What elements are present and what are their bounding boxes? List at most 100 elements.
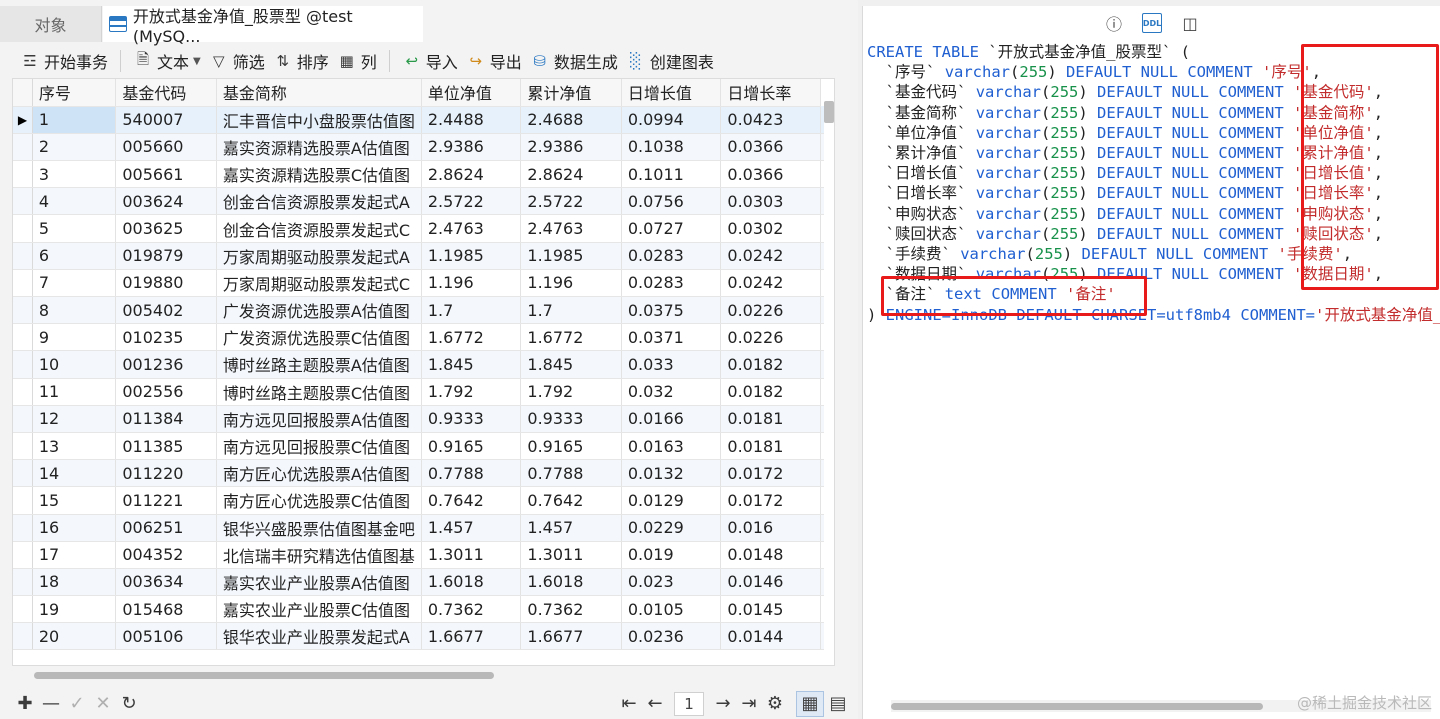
vertical-scrollbar-track[interactable] (824, 79, 834, 665)
table-cell[interactable]: 19 (32, 595, 117, 624)
table-cell[interactable]: 0.0423 (720, 106, 821, 134)
table-cell[interactable]: 011221 (115, 486, 217, 515)
table-cell[interactable]: 15 (32, 486, 117, 515)
row-marker[interactable] (13, 214, 33, 243)
table-cell[interactable]: 0.0229 (621, 514, 722, 542)
table-cell[interactable]: 6 (32, 242, 117, 270)
table-cell[interactable]: 005106 (115, 622, 217, 651)
table-cell[interactable]: 0.0283 (621, 269, 722, 298)
table-cell[interactable]: 北信瑞丰研究精选估值图基 (216, 541, 422, 569)
table-cell[interactable]: 5 (32, 214, 117, 243)
table-cell[interactable]: 0.0182 (720, 350, 821, 379)
table-cell[interactable]: 011220 (115, 459, 217, 488)
table-cell[interactable]: 0.0242 (720, 242, 821, 270)
table-cell[interactable]: 005661 (115, 160, 217, 189)
table-cell[interactable]: 1.6677 (520, 622, 622, 651)
table-cell[interactable]: 17 (32, 541, 117, 569)
table-cell[interactable]: 0.0172 (720, 459, 821, 488)
generate-data-button[interactable]: ⛁ 数据生成 (526, 46, 622, 76)
table-cell[interactable]: 019880 (115, 269, 217, 298)
table-cell[interactable]: 1.6772 (520, 323, 622, 352)
row-marker[interactable] (13, 541, 33, 569)
table-cell[interactable]: 1.1985 (421, 242, 522, 270)
table-cell[interactable]: 14 (32, 459, 117, 488)
table-cell[interactable]: 13 (32, 432, 117, 461)
table-cell[interactable]: 2 (32, 133, 117, 162)
data-grid[interactable]: 序号 基金代码 基金简称 单位净值 累计净值 日增长值 日增长率 ▶ 1 54000… (12, 78, 835, 666)
table-cell[interactable]: 1.457 (520, 514, 622, 542)
next-page-button[interactable]: → (710, 691, 736, 717)
table-cell[interactable]: 0.0181 (720, 405, 821, 433)
row-marker[interactable] (13, 323, 33, 352)
settings-button[interactable]: ⚙ (762, 691, 788, 717)
table-row[interactable]: 14 011220 南方匠心优选股票A估值图 0.7788 0.7788 0.0132 0.… (13, 459, 834, 488)
table-cell[interactable]: 0.0226 (720, 296, 821, 325)
horizontal-scrollbar-track[interactable] (12, 668, 835, 682)
table-cell[interactable]: 003625 (115, 214, 217, 243)
column-header[interactable]: 累计净值 (520, 79, 622, 107)
table-cell[interactable]: 0.0132 (621, 459, 722, 488)
table-row[interactable]: 18 003634 嘉实农业产业股票A估值图 1.6018 1.6018 0.023 0.0… (13, 568, 834, 597)
table-cell[interactable]: 1.457 (421, 514, 522, 542)
table-cell[interactable]: 嘉实农业产业股票A估值图 (216, 568, 422, 597)
table-cell[interactable]: 0.7362 (520, 595, 622, 624)
table-cell[interactable]: 0.0236 (621, 622, 722, 651)
table-cell[interactable]: 南方远见回报股票A估值图 (216, 405, 422, 433)
table-cell[interactable]: 万家周期驱动股票发起式C (216, 269, 422, 298)
table-cell[interactable]: 0.9333 (421, 405, 522, 433)
table-cell[interactable]: 005402 (115, 296, 217, 325)
table-cell[interactable]: 011384 (115, 405, 217, 433)
begin-transaction-button[interactable]: ☲ 开始事务 (16, 46, 112, 76)
table-cell[interactable]: 0.0145 (720, 595, 821, 624)
table-cell[interactable]: 4 (32, 187, 117, 216)
table-row[interactable]: 15 011221 南方匠心优选股票C估值图 0.7642 0.7642 0.0129 0.… (13, 486, 834, 515)
column-header[interactable]: 日增长率 (720, 79, 821, 107)
table-cell[interactable]: 011385 (115, 432, 217, 461)
table-cell[interactable]: 嘉实农业产业股票C估值图 (216, 595, 422, 624)
table-cell[interactable]: 0.0182 (720, 378, 821, 406)
table-cell[interactable]: 2.5722 (520, 187, 622, 216)
table-cell[interactable]: 002556 (115, 378, 217, 406)
table-cell[interactable]: 0.0242 (720, 269, 821, 298)
table-cell[interactable]: 0.0105 (621, 595, 722, 624)
table-cell[interactable]: 0.9165 (520, 432, 622, 461)
table-cell[interactable]: 019879 (115, 242, 217, 270)
table-cell[interactable]: 0.0129 (621, 486, 722, 515)
table-row[interactable]: 7 019880 万家周期驱动股票发起式C 1.196 1.196 0.0283 0.024… (13, 269, 834, 298)
table-cell[interactable]: 1.3011 (520, 541, 622, 569)
table-cell[interactable]: 万家周期驱动股票发起式A (216, 242, 422, 270)
table-cell[interactable]: 博时丝路主题股票A估值图 (216, 350, 422, 379)
table-cell[interactable]: 2.8624 (421, 160, 522, 189)
text-button[interactable]: 🗎 文本 ▼ (129, 46, 205, 76)
column-header[interactable]: 基金代码 (115, 79, 217, 107)
row-marker[interactable] (13, 405, 33, 433)
column-header[interactable]: 日增长值 (621, 79, 722, 107)
horizontal-scrollbar-thumb[interactable] (34, 672, 494, 679)
export-button[interactable]: ↪ 导出 (462, 46, 526, 76)
table-cell[interactable]: 3 (32, 160, 117, 189)
row-marker[interactable] (13, 269, 33, 298)
ddl-horizontal-scrollbar-thumb[interactable] (891, 703, 1263, 710)
table-cell[interactable]: 1.7 (421, 296, 522, 325)
table-cell[interactable]: 0.0172 (720, 486, 821, 515)
sort-button[interactable]: ⇅ 排序 (269, 46, 333, 76)
table-cell[interactable]: 广发资源优选股票A估值图 (216, 296, 422, 325)
vertical-scrollbar-thumb[interactable] (824, 101, 834, 123)
table-cell[interactable]: 1.6018 (520, 568, 622, 597)
column-header[interactable]: 序号 (32, 79, 117, 107)
table-cell[interactable]: 创金合信资源股票发起式C (216, 214, 422, 243)
row-marker[interactable] (13, 350, 33, 379)
row-marker[interactable] (13, 378, 33, 406)
table-cell[interactable]: 1.1985 (520, 242, 622, 270)
row-marker[interactable] (13, 160, 33, 189)
table-row[interactable]: ▶ 1 540007 汇丰晋信中小盘股票估值图 2.4488 2.4688 0.0994 0.… (13, 106, 834, 134)
table-cell[interactable]: 1.845 (520, 350, 622, 379)
columns-button[interactable]: ▦ 列 (333, 46, 381, 76)
table-cell[interactable]: 2.9386 (520, 133, 622, 162)
row-marker[interactable] (13, 133, 33, 162)
row-marker[interactable] (13, 296, 33, 325)
table-cell[interactable]: 11 (32, 378, 117, 406)
row-marker[interactable] (13, 486, 33, 515)
refresh-button[interactable]: ↻ (116, 691, 142, 717)
table-row[interactable]: 10 001236 博时丝路主题股票A估值图 1.845 1.845 0.033 0.018… (13, 350, 834, 379)
